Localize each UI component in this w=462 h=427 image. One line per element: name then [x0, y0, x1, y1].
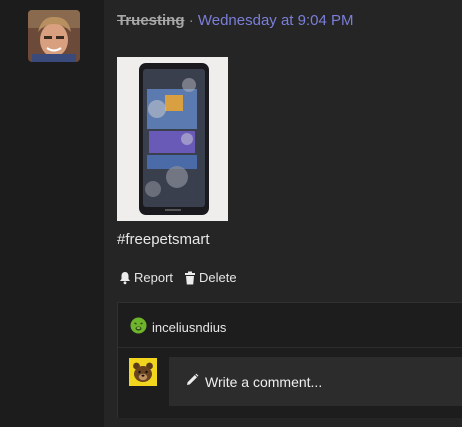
post-header: Truesting · Wednesday at 9:04 PM	[117, 12, 354, 29]
sick-face-icon	[130, 317, 147, 337]
bell-icon	[118, 271, 132, 285]
reaction-row: inceliusndius	[130, 317, 226, 337]
commenter-avatar[interactable]	[129, 358, 157, 386]
post-image[interactable]	[117, 57, 228, 221]
report-label: Report	[134, 270, 174, 285]
comment-section: inceliusndius Write a comment...	[117, 302, 462, 418]
page: Truesting · Wednesday at 9:04 PM #freepe…	[0, 0, 462, 427]
pencil-icon	[185, 373, 199, 390]
comment-input[interactable]: Write a comment...	[169, 357, 462, 406]
post-actions: Report Delete	[118, 270, 237, 285]
report-button[interactable]: Report	[118, 270, 173, 285]
divider	[118, 347, 462, 348]
author-avatar[interactable]	[28, 10, 80, 62]
left-rail	[0, 0, 104, 427]
delete-button[interactable]: Delete	[183, 270, 237, 285]
trash-icon	[183, 271, 197, 285]
post-text: #freepetsmart	[117, 231, 210, 248]
reaction-username[interactable]: inceliusndius	[152, 320, 226, 335]
comment-placeholder: Write a comment...	[205, 373, 323, 390]
post-timestamp[interactable]: Wednesday at 9:04 PM	[198, 12, 354, 29]
author-name[interactable]: Truesting	[117, 12, 185, 29]
header-separator: ·	[188, 12, 194, 29]
delete-label: Delete	[199, 270, 237, 285]
